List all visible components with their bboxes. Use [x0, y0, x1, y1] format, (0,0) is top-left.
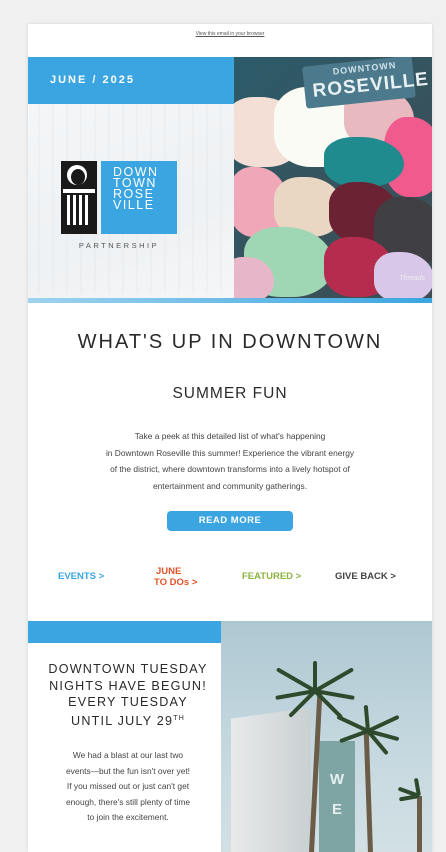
- nav-events-link[interactable]: EVENTS >: [58, 571, 104, 582]
- section-nav: EVENTS > JUNE TO DOs > FEATURED > GIVE B…: [28, 564, 432, 594]
- logo-wordmark: DOWN TOWN ROSE VILLE: [101, 161, 177, 234]
- tuesday-nights-feature: DOWNTOWN TUESDAY NIGHTS HAVE BEGUN! EVER…: [28, 621, 432, 852]
- nav-give-back-link[interactable]: GIVE BACK >: [335, 571, 396, 582]
- nav-featured-link[interactable]: FEATURED >: [242, 571, 301, 582]
- view-in-browser-link[interactable]: View this email in your browser: [28, 31, 432, 37]
- intro-text: Take a peek at this detailed list of wha…: [58, 428, 402, 494]
- building-shape: [231, 707, 311, 852]
- logo-partnership: PARTNERSHIP: [78, 241, 160, 250]
- feature-accent-bar: [28, 621, 221, 643]
- hero-logo-panel: DOWN TOWN ROSE VILLE PARTNERSHIP: [28, 104, 234, 298]
- tower-sign: W E: [319, 741, 355, 852]
- hero-underline: [28, 298, 432, 303]
- issue-date: JUNE / 2025: [50, 74, 135, 86]
- nav-june-line: JUNE: [156, 566, 182, 577]
- read-more-button[interactable]: READ MORE: [167, 511, 293, 531]
- hero-photo[interactable]: DOWNTOWN ROSEVILLE Threads: [234, 57, 432, 298]
- intro-line: entertainment and community gatherings.: [152, 480, 308, 491]
- photo-credit: Threads: [399, 275, 425, 282]
- feature-title: DOWNTOWN TUESDAY NIGHTS HAVE BEGUN! EVER…: [48, 662, 208, 728]
- nav-june-todos-link[interactable]: JUNE TO DOs >: [154, 566, 197, 588]
- intro-line: of the district, where downtown transfor…: [110, 464, 350, 474]
- subhead: SUMMER FUN: [172, 385, 288, 402]
- email-container: View this email in your browser JUNE / 2…: [28, 24, 432, 852]
- logo-line: VILLE: [113, 198, 155, 212]
- headline: WHAT'S UP IN DOWNTOWN: [77, 331, 383, 353]
- palm-trees-photo[interactable]: W E: [221, 621, 432, 852]
- logo-mark-icon: [61, 161, 97, 234]
- intro-line: in Downtown Roseville this summer! Exper…: [105, 447, 355, 458]
- feature-body: We had a blast at our last two events—bu…: [65, 750, 191, 822]
- hero-banner: JUNE / 2025 DOWN TOWN ROSE VILLE PARTNER…: [28, 57, 432, 303]
- nav-june-line: TO DOs >: [154, 577, 198, 588]
- hero-date-bar: JUNE / 2025: [28, 57, 234, 104]
- intro-line: Take a peek at this detailed list of wha…: [134, 431, 326, 441]
